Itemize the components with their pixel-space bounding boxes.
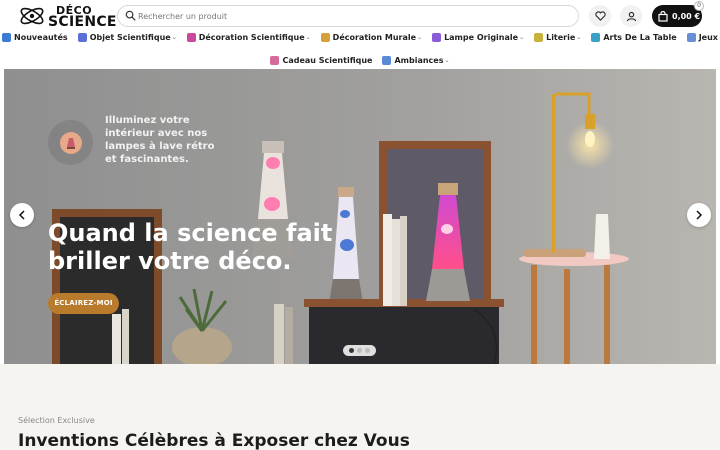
sparkle-icon [2, 33, 12, 42]
nav-item-label: Nouveautés [14, 33, 68, 42]
telescope-icon [77, 33, 87, 42]
slider-dots [343, 345, 376, 356]
hero-intro-text: Illuminez votre intérieur avec nos lampe… [105, 115, 215, 165]
shopping-bag-icon [658, 10, 668, 22]
account-button[interactable] [620, 5, 642, 27]
user-icon [626, 11, 636, 21]
nav-item-label: Arts De La Table [603, 33, 677, 42]
gift-icon [686, 33, 696, 42]
frame-icon [320, 33, 330, 42]
gift-box-icon [270, 56, 280, 65]
chevron-down-icon: ⌄ [519, 34, 525, 41]
nav-item-nouveaut-s[interactable]: Nouveautés [2, 33, 68, 42]
nav-row-1: Nouveautés Objet Scientifique ⌄ Décoration … [0, 33, 720, 42]
chevron-down-icon: ⌄ [171, 34, 177, 41]
chevron-down-icon: ⌄ [576, 34, 582, 41]
pillow-icon [534, 33, 544, 42]
nav-item-arts-de-la-table[interactable]: Arts De La Table [591, 33, 677, 42]
hero-cta-button[interactable]: ÉCLAIREZ-MOI [48, 293, 119, 314]
snowflake-icon [382, 56, 392, 65]
heart-icon [594, 11, 606, 21]
nav-item-label: Objet Scientifique [89, 33, 171, 42]
chevron-down-icon: ⌄ [444, 57, 450, 64]
slider-next-button[interactable] [687, 203, 711, 227]
nav-item-cadeau-scientifique[interactable]: Cadeau Scientifique [270, 56, 372, 65]
bottle-icon [591, 33, 601, 42]
section-title: Inventions Célèbres à Exposer chez Vous [18, 431, 410, 450]
chevron-down-icon: ⌄ [417, 34, 423, 41]
main-navigation: Nouveautés Objet Scientifique ⌄ Décoration … [0, 31, 720, 69]
cart-total: 0,00 € [672, 11, 701, 21]
hero-slider: Illuminez votre intérieur avec nos lampe… [4, 69, 716, 364]
nav-item-label: Literie [546, 33, 576, 42]
nav-item-lampe-originale[interactable]: Lampe Originale ⌄ [432, 33, 524, 42]
search-bar[interactable] [117, 5, 579, 27]
lava-lamp-badge-icon [59, 131, 82, 154]
nav-item-label: Cadeau Scientifique [282, 56, 373, 65]
chevron-left-icon [18, 210, 25, 220]
chevron-down-icon: ⌄ [305, 34, 311, 41]
nav-item-d-coration-scientifique[interactable]: Décoration Scientifique ⌄ [186, 33, 311, 42]
search-input[interactable] [138, 8, 568, 24]
nav-item-label: Lampe Originale [444, 33, 519, 42]
wishlist-button[interactable] [589, 5, 611, 27]
site-logo[interactable]: DÉCO SCIENCE [18, 3, 116, 30]
nav-item-label: Ambiances [394, 56, 444, 65]
nav-item-label: Jeux [698, 33, 718, 42]
slider-prev-button[interactable] [10, 203, 34, 227]
nav-row-2: Cadeau Scientifique Ambiances ⌄ [0, 56, 720, 65]
search-icon [125, 10, 136, 21]
cart-button[interactable]: 0,00 € 0 [652, 1, 704, 27]
hero-headline: Quand la science fait briller votre déco… [48, 219, 333, 275]
site-header: DÉCO SCIENCE 0,00 € 0 [0, 0, 720, 32]
slider-dot[interactable] [357, 348, 362, 353]
nav-item-jeux[interactable]: Jeux [686, 33, 718, 42]
slider-dot[interactable] [349, 348, 354, 353]
globe-lamp-icon [432, 33, 442, 42]
logo-science-text: SCIENCE [48, 14, 117, 30]
hero-badge [48, 120, 93, 165]
lava-lamp-icon [186, 33, 196, 42]
section-eyebrow: Sélection Exclusive [18, 416, 95, 425]
nav-item-objet-scientifique[interactable]: Objet Scientifique ⌄ [77, 33, 177, 42]
nav-item-literie[interactable]: Literie ⌄ [534, 33, 581, 42]
nav-item-label: Décoration Murale [332, 33, 417, 42]
cart-count-badge: 0 [694, 1, 704, 11]
featured-section: Sélection Exclusive Inventions Célèbres … [0, 364, 720, 450]
nav-item-ambiances[interactable]: Ambiances ⌄ [382, 56, 450, 65]
slider-dot[interactable] [365, 348, 370, 353]
nav-item-d-coration-murale[interactable]: Décoration Murale ⌄ [320, 33, 423, 42]
nav-item-label: Décoration Scientifique [198, 33, 305, 42]
chevron-right-icon [696, 210, 703, 220]
